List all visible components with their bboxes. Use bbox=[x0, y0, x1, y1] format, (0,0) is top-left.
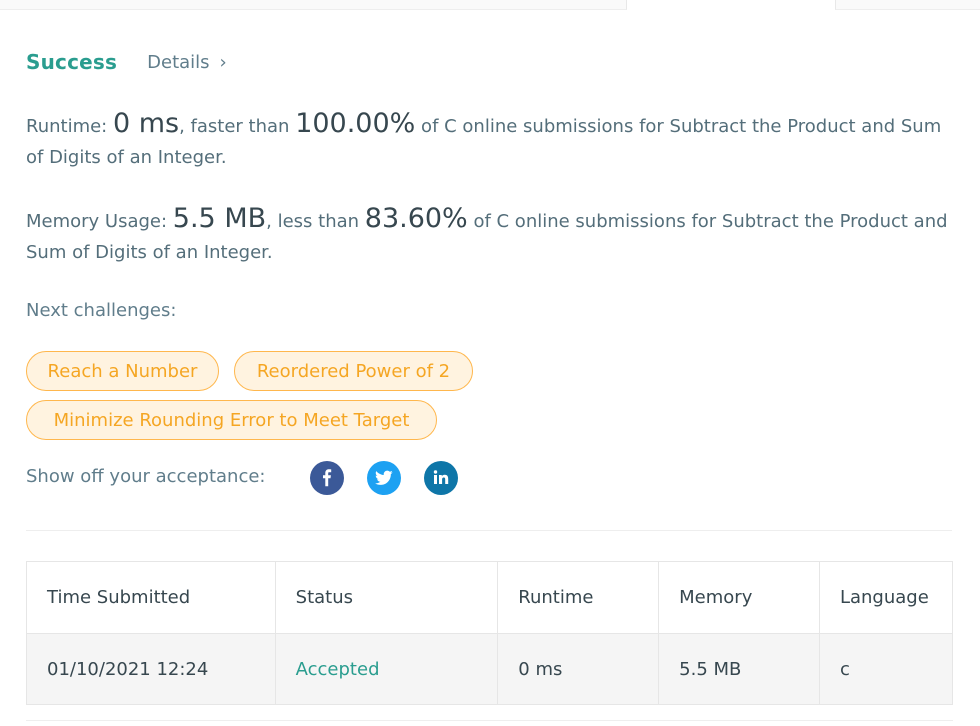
tab-bar bbox=[0, 0, 980, 10]
bottom-divider bbox=[26, 720, 953, 721]
memory-percent: 83.60% bbox=[364, 203, 468, 234]
section-divider bbox=[26, 530, 952, 531]
cell-runtime: 0 ms bbox=[497, 633, 660, 705]
table-header-row: Time Submitted Status Runtime Memory Lan… bbox=[26, 561, 954, 634]
column-header-language[interactable]: Language bbox=[818, 561, 954, 634]
facebook-icon[interactable] bbox=[310, 461, 344, 495]
column-header-runtime[interactable]: Runtime bbox=[497, 561, 660, 634]
cell-language: c bbox=[818, 633, 954, 705]
challenge-chip-reordered-power-of-2[interactable]: Reordered Power of 2 bbox=[234, 351, 473, 391]
column-header-memory[interactable]: Memory bbox=[658, 561, 820, 634]
cell-memory: 5.5 MB bbox=[658, 633, 820, 705]
submissions-table: Time Submitted Status Runtime Memory Lan… bbox=[26, 561, 954, 705]
next-challenges-label: Next challenges: bbox=[26, 300, 177, 321]
details-label: Details bbox=[147, 51, 210, 73]
challenge-chip-reach-a-number[interactable]: Reach a Number bbox=[26, 351, 219, 391]
tab-inactive-left[interactable] bbox=[0, 0, 627, 10]
runtime-label: Runtime: bbox=[26, 116, 113, 137]
memory-comparison: , less than bbox=[266, 211, 365, 232]
table-row: 01/10/2021 12:24 Accepted 0 ms 5.5 MB c bbox=[26, 633, 954, 705]
column-header-status[interactable]: Status bbox=[274, 561, 499, 634]
details-link[interactable]: Details › bbox=[147, 52, 227, 73]
runtime-value: 0 ms bbox=[112, 108, 180, 139]
challenge-chip-minimize-rounding-error[interactable]: Minimize Rounding Error to Meet Target bbox=[26, 400, 437, 440]
memory-summary: Memory Usage: 5.5 MB, less than 83.60% o… bbox=[26, 203, 956, 268]
twitter-icon[interactable] bbox=[367, 461, 401, 495]
cell-status: Accepted bbox=[274, 633, 499, 705]
chevron-right-icon: › bbox=[219, 51, 227, 73]
cell-time-submitted: 01/10/2021 12:24 bbox=[26, 633, 276, 705]
status-accepted-link[interactable]: Accepted bbox=[296, 659, 380, 680]
result-header: Success Details › bbox=[26, 48, 227, 76]
result-status: Success bbox=[26, 50, 118, 74]
memory-value: 5.5 MB bbox=[172, 203, 267, 234]
share-label: Show off your acceptance: bbox=[26, 466, 266, 487]
tab-active[interactable] bbox=[627, 0, 835, 10]
runtime-comparison: , faster than bbox=[179, 116, 296, 137]
linkedin-icon[interactable] bbox=[424, 461, 458, 495]
runtime-percent: 100.00% bbox=[295, 108, 416, 139]
tab-inactive-right[interactable] bbox=[835, 0, 980, 10]
memory-label: Memory Usage: bbox=[26, 211, 173, 232]
runtime-summary: Runtime: 0 ms, faster than 100.00% of C … bbox=[26, 108, 956, 173]
column-header-time-submitted[interactable]: Time Submitted bbox=[26, 561, 276, 634]
